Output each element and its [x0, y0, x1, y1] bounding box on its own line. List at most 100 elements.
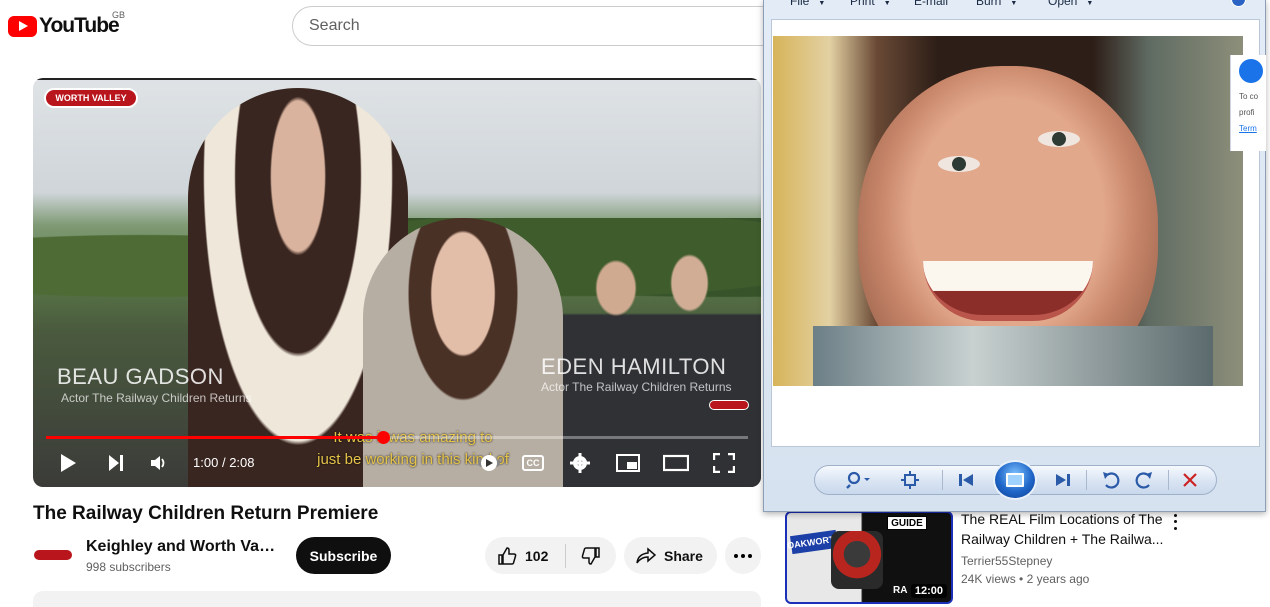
play-icon — [61, 454, 76, 472]
toolbar-divider — [1168, 470, 1169, 490]
popup-terms-link[interactable]: Term — [1239, 121, 1266, 137]
blue-circle-icon — [1239, 59, 1263, 83]
lower-third-right-name: EDEN HAMILTON — [541, 354, 727, 379]
search-placeholder: Search — [309, 17, 360, 34]
share-button[interactable]: Share — [624, 537, 717, 574]
like-count: 102 — [525, 547, 549, 564]
autoplay-toggle-icon — [478, 455, 500, 471]
fullscreen-button[interactable] — [711, 446, 737, 480]
subscriber-count: 998 subscribers — [86, 560, 171, 574]
subscribe-button[interactable]: Subscribe — [296, 537, 391, 574]
lower-third-right-role: Actor The Railway Children Returns — [541, 380, 732, 394]
worth-valley-badge-small — [709, 400, 749, 410]
settings-button[interactable] — [568, 446, 592, 480]
player-controls: 1:00 / 2:08 CC — [33, 446, 761, 482]
skip-next-icon — [109, 455, 123, 471]
menu-file[interactable]: File ▼ — [790, 0, 825, 8]
help-icon[interactable] — [1231, 0, 1246, 7]
cc-icon: CC — [522, 455, 544, 471]
recommendation-channel[interactable]: Terrier55Stepney — [961, 554, 1052, 568]
thumbnail-steam-engine — [831, 531, 883, 589]
menu-open[interactable]: Open ▼ — [1048, 0, 1093, 8]
menu-print[interactable]: Print ▼ — [850, 0, 891, 8]
slideshow-icon — [1006, 473, 1024, 487]
toolbar-divider — [1086, 470, 1087, 490]
actual-size-button[interactable] — [898, 470, 922, 490]
like-dislike-group: 102 — [485, 537, 616, 574]
theater-mode-icon — [663, 454, 689, 472]
menu-email-label: E-mail — [914, 0, 949, 8]
channel-avatar[interactable] — [33, 543, 73, 567]
time-display: 1:00 / 2:08 — [193, 455, 255, 470]
photo-right-eye — [1038, 131, 1080, 147]
video-title: The Railway Children Return Premiere — [33, 503, 379, 524]
video-player[interactable]: WORTH VALLEY BEAU GADSON Actor The Railw… — [33, 78, 761, 487]
progress-scrubber-handle[interactable] — [376, 431, 390, 444]
gear-icon — [570, 453, 590, 473]
share-icon — [636, 546, 656, 563]
next-video-button[interactable] — [103, 446, 129, 480]
description-box[interactable] — [33, 591, 761, 607]
toolbar-divider — [942, 470, 943, 490]
rotate-counterclockwise-button[interactable] — [1099, 470, 1123, 490]
region-code: GB — [112, 10, 126, 20]
recommendation-menu-button[interactable] — [1168, 512, 1182, 532]
rotate-right-icon — [1135, 472, 1152, 489]
kebab-dot — [1173, 520, 1177, 524]
recommendation-views: 24K views — [961, 572, 1016, 586]
cc-label: CC — [526, 458, 540, 468]
play-button[interactable] — [55, 446, 81, 480]
time-total: 2:08 — [229, 455, 255, 470]
volume-button[interactable] — [147, 446, 173, 480]
dislike-button[interactable] — [566, 546, 616, 566]
popup-text-line-1: To co — [1239, 92, 1259, 101]
chevron-down-icon: ▼ — [1010, 0, 1018, 7]
previous-icon — [959, 474, 973, 486]
menu-burn[interactable]: Burn ▼ — [976, 0, 1017, 8]
meta-separator: • — [1019, 572, 1024, 586]
search-input[interactable]: Search — [292, 6, 792, 46]
lower-third-left-name: BEAU GADSON — [57, 364, 224, 389]
time-current: 1:00 — [193, 455, 219, 470]
actual-size-icon — [901, 471, 919, 489]
progress-bar-played — [46, 436, 383, 439]
next-icon — [1056, 474, 1070, 486]
recommendation-thumbnail[interactable]: OAKWORTH GUIDE RA 12:00 — [785, 511, 953, 604]
autoplay-toggle[interactable] — [477, 446, 501, 480]
like-button[interactable]: 102 — [485, 546, 565, 566]
thumbnail-bottom-text: RA — [893, 585, 908, 596]
thumbs-down-icon — [581, 546, 600, 565]
lower-third-left-role: Actor The Railway Children Returns — [61, 391, 252, 405]
photo-left-eye — [938, 156, 980, 172]
thumbnail-guide-label: GUIDE — [887, 516, 927, 530]
rotate-clockwise-button[interactable] — [1132, 470, 1156, 490]
captions-button[interactable]: CC — [521, 446, 545, 480]
menu-email[interactable]: E-mail — [914, 0, 948, 8]
previous-image-button[interactable] — [954, 470, 978, 490]
zoom-button[interactable] — [841, 470, 875, 490]
recommendation-title-line-1: The REAL Film Locations of The — [961, 511, 1163, 527]
theater-mode-button[interactable] — [662, 446, 690, 480]
slideshow-button[interactable] — [993, 460, 1037, 500]
recommendation-age: 2 years ago — [1026, 572, 1090, 586]
miniplayer-button[interactable] — [615, 446, 641, 480]
more-actions-button[interactable] — [725, 537, 761, 574]
chevron-down-icon: ▼ — [883, 0, 891, 7]
player-top-border — [33, 78, 761, 80]
miniplayer-icon — [616, 454, 640, 472]
youtube-logo[interactable]: YouTube GB — [8, 10, 125, 38]
menu-open-label: Open — [1048, 0, 1078, 8]
next-image-button[interactable] — [1051, 470, 1075, 490]
displayed-photo — [773, 36, 1243, 386]
video-duration: 12:00 — [910, 584, 947, 598]
kebab-dot — [1173, 527, 1177, 531]
progress-bar[interactable] — [46, 431, 748, 444]
channel-avatar-logo — [34, 550, 72, 560]
menu-file-label: File — [790, 0, 810, 8]
channel-name[interactable]: Keighley and Worth Vall... — [86, 538, 276, 556]
delete-button[interactable] — [1178, 470, 1202, 490]
fullscreen-icon — [713, 453, 735, 473]
thumbs-up-icon — [498, 546, 517, 565]
more-horizontal-icon — [734, 553, 752, 558]
recommendation-title[interactable]: The REAL Film Locations of The Railway C… — [961, 509, 1166, 549]
